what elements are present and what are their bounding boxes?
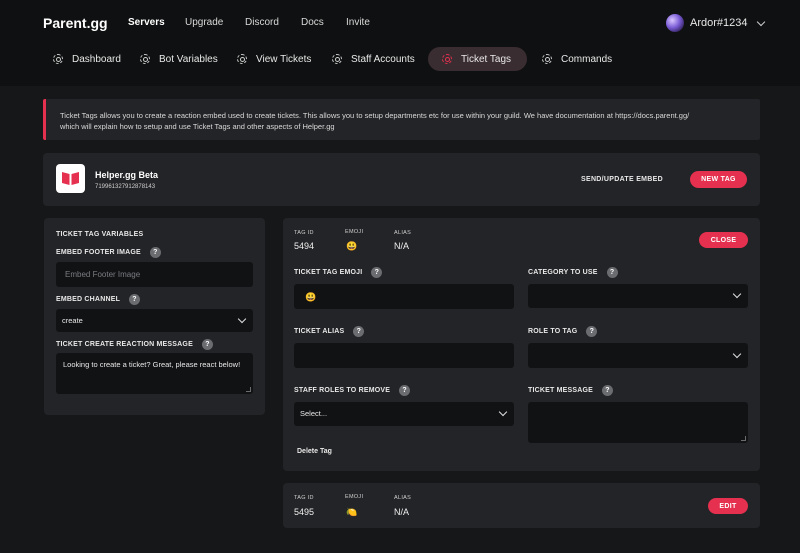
tag-id-header: TAG ID xyxy=(294,495,314,501)
category-label: CATEGORY TO USE ? xyxy=(528,267,618,278)
banner-line-2: which will explain how to setup and use … xyxy=(60,122,335,131)
close-button[interactable]: CLOSE xyxy=(699,232,748,248)
nav-servers[interactable]: Servers xyxy=(128,17,165,28)
ticket-alias-label: TICKET ALIAS ? xyxy=(294,326,365,337)
gear-icon xyxy=(442,54,452,64)
chevron-down-icon xyxy=(498,407,508,417)
tab-label: Dashboard xyxy=(72,53,121,65)
help-icon[interactable]: ? xyxy=(129,294,141,305)
resize-handle[interactable] xyxy=(741,436,746,441)
gear-icon xyxy=(237,54,247,64)
resize-handle[interactable] xyxy=(246,387,251,392)
help-icon[interactable]: ? xyxy=(602,385,614,396)
bot-id: 719961327912878143 xyxy=(95,184,156,190)
user-name: Ardor#1234 xyxy=(690,17,748,29)
help-icon[interactable]: ? xyxy=(353,326,365,337)
gear-icon xyxy=(542,54,552,64)
chevron-down-icon xyxy=(756,17,765,26)
banner-line-1: Ticket Tags allows you to create a react… xyxy=(60,111,690,120)
role-to-tag-select[interactable] xyxy=(528,343,748,368)
role-to-tag-label: ROLE TO TAG ? xyxy=(528,326,598,337)
edit-button[interactable]: EDIT xyxy=(708,498,748,514)
embed-channel-select[interactable]: create xyxy=(56,309,253,332)
emoji-header: EMOJI xyxy=(345,494,364,500)
nav-discord[interactable]: Discord xyxy=(245,17,279,28)
bot-logo xyxy=(56,164,85,193)
staff-roles-select[interactable]: Select... xyxy=(294,402,514,426)
alias-header: ALIAS xyxy=(394,495,412,501)
tag-id-value: 5495 xyxy=(294,507,315,517)
embed-footer-image-input[interactable]: Embed Footer Image xyxy=(56,262,253,287)
bot-name: Helper.gg Beta xyxy=(95,170,159,180)
new-tag-button[interactable]: NEW TAG xyxy=(690,171,747,188)
ticket-message-label: TICKET MESSAGE ? xyxy=(528,385,614,396)
reaction-message-textarea[interactable]: Looking to create a ticket? Great, pleas… xyxy=(56,353,253,394)
help-icon[interactable]: ? xyxy=(606,267,618,278)
user-menu[interactable]: Ardor#1234 xyxy=(666,12,765,34)
avatar xyxy=(666,14,684,32)
brand-logo[interactable]: Parent.gg xyxy=(43,15,108,31)
staff-roles-label: STAFF ROLES TO REMOVE ? xyxy=(294,385,411,396)
help-icon[interactable]: ? xyxy=(149,247,161,258)
tab-label: Staff Accounts xyxy=(351,53,415,65)
nav-docs[interactable]: Docs xyxy=(301,17,324,28)
book-icon xyxy=(62,172,79,185)
help-icon[interactable]: ? xyxy=(201,339,213,350)
select-value: create xyxy=(62,316,83,325)
nav-upgrade[interactable]: Upgrade xyxy=(185,17,223,28)
tag-emoji-value: 😃 xyxy=(346,241,358,251)
tab-staff-accounts[interactable]: Staff Accounts xyxy=(332,47,415,71)
send-update-embed-button[interactable]: SEND/UPDATE EMBED xyxy=(581,176,663,183)
embed-channel-label: EMBED CHANNEL ? xyxy=(56,294,141,305)
help-icon[interactable]: ? xyxy=(586,326,598,337)
gear-icon xyxy=(332,54,342,64)
input-placeholder: Embed Footer Image xyxy=(65,270,141,279)
help-icon[interactable]: ? xyxy=(371,267,383,278)
tab-commands[interactable]: Commands xyxy=(542,47,612,71)
tab-label: Commands xyxy=(561,53,613,65)
tag-emoji-value: 🍋 xyxy=(346,507,358,517)
ticket-tag-emoji-input[interactable]: 😃 xyxy=(294,284,514,309)
info-banner: Ticket Tags allows you to create a react… xyxy=(43,99,760,140)
tab-view-tickets[interactable]: View Tickets xyxy=(237,47,311,71)
emoji-header: EMOJI xyxy=(345,229,364,235)
nav-invite[interactable]: Invite xyxy=(346,17,370,28)
tab-bot-variables[interactable]: Bot Variables xyxy=(140,47,218,71)
chevron-down-icon xyxy=(237,314,247,324)
tag-alias-value: N/A xyxy=(394,507,410,517)
textarea-value: Looking to create a ticket? Great, pleas… xyxy=(63,360,241,369)
ticket-tag-emoji-label: TICKET TAG EMOJI ? xyxy=(294,267,383,278)
chevron-down-icon xyxy=(732,349,742,359)
tab-label: Bot Variables xyxy=(159,53,218,65)
tag-id-header: TAG ID xyxy=(294,230,314,236)
tag-alias-value: N/A xyxy=(394,241,410,251)
tab-label: Ticket Tags xyxy=(461,53,512,65)
tab-ticket-tags[interactable]: Ticket Tags xyxy=(428,47,528,71)
tab-dashboard[interactable]: Dashboard xyxy=(53,47,121,71)
chevron-down-icon xyxy=(732,289,742,299)
ticket-alias-input[interactable] xyxy=(294,343,514,368)
reaction-message-label: TICKET CREATE REACTION MESSAGE ? xyxy=(56,339,213,350)
delete-tag-link[interactable]: Delete Tag xyxy=(297,448,332,455)
tag-id-value: 5494 xyxy=(294,241,315,251)
ticket-tag-row xyxy=(283,483,760,528)
embed-footer-label: EMBED FOOTER IMAGE ? xyxy=(56,247,161,258)
alias-header: ALIAS xyxy=(394,230,412,236)
gear-icon xyxy=(140,54,150,64)
category-select[interactable] xyxy=(528,284,748,308)
panel-title: TICKET TAG VARIABLES xyxy=(56,231,144,238)
help-icon[interactable]: ? xyxy=(399,385,411,396)
emoji-input-value: 😃 xyxy=(305,292,317,302)
gear-icon xyxy=(53,54,63,64)
tab-label: View Tickets xyxy=(256,53,312,65)
ticket-message-textarea[interactable] xyxy=(528,402,748,443)
select-value: Select... xyxy=(300,409,328,418)
